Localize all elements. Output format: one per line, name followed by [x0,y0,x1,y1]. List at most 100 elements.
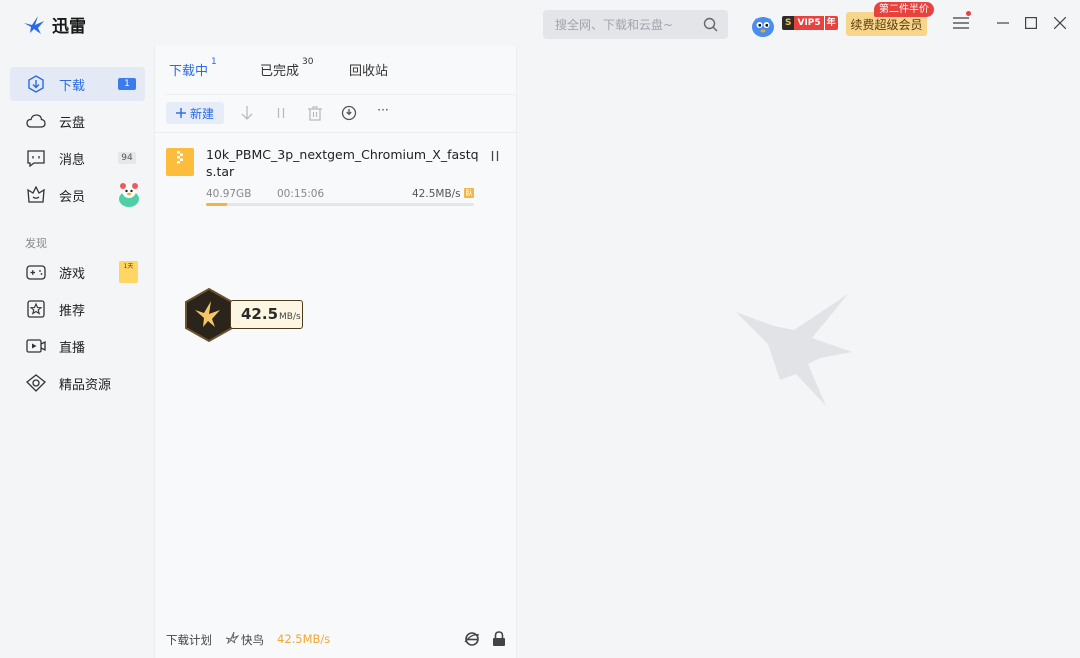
pause-icon [277,108,285,118]
download-count-badge: 1 [118,78,136,90]
minimize-icon [997,22,1009,24]
schedule-button[interactable] [341,105,357,121]
remaining-time: 00:15:06 [277,188,325,200]
download-toolbar: 新建 ··· [155,98,518,132]
lock-icon[interactable] [492,631,506,647]
search-icon[interactable] [703,17,718,32]
maximize-icon [1025,17,1037,29]
download-plan-link[interactable]: 下载计划 [166,632,212,648]
member-icon [26,185,46,205]
speed-boost-tag: 臥 [464,188,474,198]
pause-icon [491,151,499,161]
minimize-button[interactable] [994,14,1012,32]
message-icon [26,148,46,168]
xunlei-hex-icon [185,287,233,343]
start-download-button[interactable] [239,105,255,121]
message-count-badge: 94 [118,152,136,164]
trash-icon [308,105,322,121]
download-task-row[interactable]: 10k_PBMC_3p_nextgem_Chromium_X_fastqs.ta… [155,142,518,212]
tab-recycle-bin[interactable]: 回收站 [349,60,388,79]
sidebar-item-label: 推荐 [59,303,86,319]
plus-icon [175,108,186,118]
xunlei-bird-icon [24,15,44,34]
progress-fill [206,203,228,206]
delete-button[interactable] [307,105,323,121]
file-size: 40.97GB [206,188,252,200]
section-label-discover: 发现 [25,237,47,250]
sidebar-item-label: 消息 [59,152,86,168]
member-mascot-icon [119,183,139,207]
sidebar-item-cloud[interactable]: 云盘 [10,104,145,138]
sidebar-item-label: 游戏 [59,266,86,282]
sidebar-item-member[interactable]: 会员 [10,178,145,212]
sidebar-item-resources[interactable]: 精品资源 [10,366,145,400]
speed-float-widget[interactable]: 42.5 MB/s [183,287,305,343]
download-icon [26,74,46,94]
speed-value: 42.5 [241,305,279,323]
new-task-label: 新建 [189,106,214,121]
avatar[interactable] [750,12,776,38]
tab-count: 1 [211,57,217,67]
kuainiao-bird-icon [225,631,239,644]
vip-s: S [782,16,795,30]
browser-icon[interactable] [464,631,480,647]
tab-downloading[interactable]: 下载中1 [169,57,217,79]
task-pause-button[interactable] [490,150,500,166]
sidebar-item-download[interactable]: 下载 1 [10,67,145,101]
download-tabs: 下载中1 已完成30 回收站 [155,46,518,94]
speed-readout: 42.5 MB/s [230,300,303,329]
detail-panel [518,46,1080,658]
tab-count: 30 [302,57,314,67]
close-button[interactable] [1051,14,1069,32]
sidebar-item-label: 下载 [59,78,86,94]
gamepad-icon [26,262,46,282]
xunlei-watermark-icon [736,294,852,406]
close-icon [1054,17,1066,29]
search-box[interactable] [543,10,728,39]
app-title: 迅雷 [52,17,86,37]
sidebar-item-label: 直播 [59,340,86,356]
download-panel: 下载中1 已完成30 回收站 新建 ··· 10k_PBMC_3p_nextge… [154,46,518,658]
total-speed: 42.5MB/s [277,632,331,646]
tab-completed[interactable]: 已完成30 [260,57,314,79]
app-logo[interactable]: 迅雷 [22,12,86,37]
star-icon [26,299,46,319]
sidebar-item-label: 会员 [59,189,86,205]
hamburger-icon [953,17,969,29]
sidebar-item-label: 精品资源 [59,377,112,393]
sidebar-item-messages[interactable]: 消息 94 [10,141,145,175]
status-bar: 下载计划 快鸟 42.5MB/s [155,628,518,658]
pause-all-button[interactable] [273,105,289,121]
tab-label: 回收站 [349,64,389,79]
task-speed: 42.5MB/s [412,188,461,200]
tab-label: 已完成 [260,64,300,79]
promo-tag: 第二件半价 [874,2,934,17]
vip-year: 年 [823,16,838,30]
sidebar-item-label: 云盘 [59,115,86,131]
vip-badge[interactable]: S VIP5 年 [782,16,838,30]
cloud-icon [26,111,46,131]
notification-dot [966,11,971,16]
kuainiao-link[interactable]: 快鸟 [241,632,264,648]
speed-unit: MB/s [279,312,301,322]
sidebar-item-games[interactable]: 游戏 1天 [10,255,145,289]
title-bar: 迅雷 S VIP5 年 续费超级会员 第二件半价 [0,0,1080,46]
archive-file-icon [166,148,194,176]
menu-button[interactable] [952,14,970,32]
maximize-button[interactable] [1022,14,1040,32]
live-video-icon [26,336,46,356]
toolbar-divider [155,132,518,133]
tab-label: 下载中 [169,64,209,79]
arrow-down-icon [241,106,253,120]
game-badge: 1天 [119,261,138,283]
search-input[interactable] [555,17,695,32]
clock-download-icon [341,105,357,121]
file-name: 10k_PBMC_3p_nextgem_Chromium_X_fastqs.ta… [206,147,479,179]
more-button[interactable]: ··· [375,102,391,118]
new-task-button[interactable]: 新建 [166,102,224,124]
tabs-divider [165,94,515,95]
progress-bar [206,203,474,206]
game-badge-text: 1天 [123,263,134,270]
sidebar-item-live[interactable]: 直播 [10,329,145,363]
sidebar-item-recommend[interactable]: 推荐 [10,292,145,326]
